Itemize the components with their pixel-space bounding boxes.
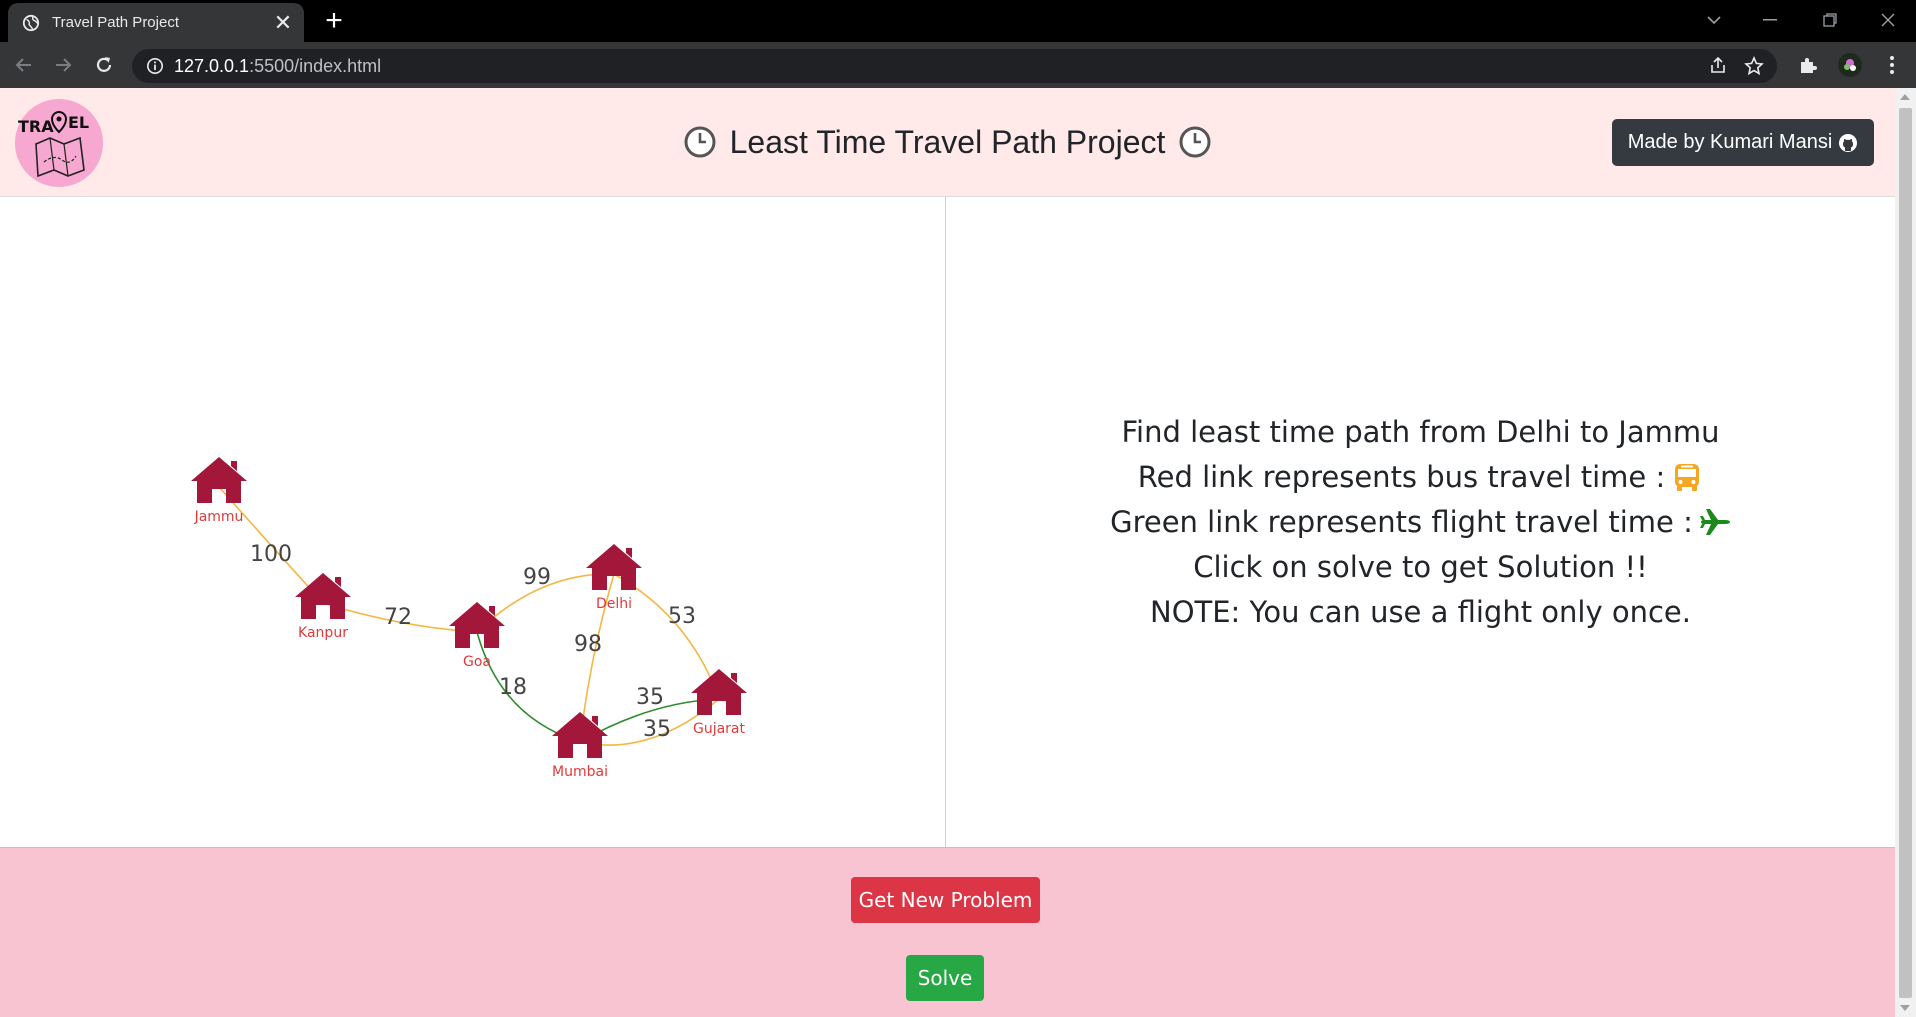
city-label: Goa bbox=[463, 654, 491, 670]
bookmark-star-icon[interactable] bbox=[1738, 49, 1770, 83]
edge-weight-label: 53 bbox=[668, 604, 696, 629]
clock-icon bbox=[684, 126, 716, 158]
edge-weight-label: 98 bbox=[574, 632, 602, 657]
site-header: TRA EL Least Time Travel Path Project Ma… bbox=[0, 88, 1895, 197]
page-viewport: TRA EL Least Time Travel Path Project Ma… bbox=[0, 88, 1895, 1017]
city-node-goa[interactable]: Goa bbox=[449, 602, 505, 670]
bus-link bbox=[613, 573, 720, 700]
house-icon bbox=[586, 544, 642, 590]
extensions-puzzle-icon[interactable] bbox=[1792, 49, 1824, 81]
house-icon bbox=[191, 457, 247, 503]
url-text: 127.0.0.1:5500/index.html bbox=[174, 56, 381, 77]
share-icon[interactable] bbox=[1702, 49, 1734, 83]
city-node-mumbai[interactable]: Mumbai bbox=[552, 712, 608, 780]
window-close-icon[interactable] bbox=[1860, 0, 1916, 40]
instruction-line-3: Green link represents flight travel time… bbox=[1110, 500, 1731, 545]
scrollbar-thumb[interactable] bbox=[1899, 108, 1912, 998]
close-tab-icon[interactable]: ✕ bbox=[270, 10, 296, 36]
get-new-problem-button[interactable]: Get New Problem bbox=[851, 877, 1040, 923]
instruction-text: Click on solve to get Solution !! bbox=[1193, 549, 1648, 584]
instruction-line-2: Red link represents bus travel time : bbox=[1138, 455, 1703, 500]
github-icon bbox=[1839, 133, 1858, 152]
browser-tab-strip: Travel Path Project ✕ + bbox=[0, 0, 1916, 42]
city-node-delhi[interactable]: Delhi bbox=[586, 544, 642, 612]
edge-weight-label: 35 bbox=[636, 685, 664, 710]
made-by-label: Made by Kumari Mansi bbox=[1627, 131, 1833, 153]
tab-title: Travel Path Project bbox=[52, 14, 179, 31]
instruction-text: Red link represents bus travel time : bbox=[1137, 459, 1666, 494]
city-label: Kanpur bbox=[298, 625, 348, 641]
instruction-text: Green link represents flight travel time… bbox=[1110, 504, 1693, 539]
solve-button[interactable]: Solve bbox=[906, 955, 984, 1001]
forward-arrow-icon[interactable] bbox=[47, 49, 79, 81]
edge-weight-label: 99 bbox=[523, 565, 551, 590]
browser-menu-icon[interactable] bbox=[1876, 49, 1908, 81]
instruction-line-1: Find least time path from Delhi to Jammu bbox=[1121, 410, 1719, 455]
city-label: Jammu bbox=[194, 509, 244, 525]
reload-icon[interactable] bbox=[88, 49, 120, 81]
instruction-text: NOTE: You can use a flight only once. bbox=[1150, 594, 1691, 629]
city-node-jammu[interactable]: Jammu bbox=[191, 457, 247, 525]
page-title-text: Least Time Travel Path Project bbox=[729, 123, 1166, 160]
graph-canvas[interactable]: 100 72 99 53 98 18 35 35 Jammu Kanpur Goa Delhi Mumb… bbox=[0, 197, 945, 847]
globe-icon bbox=[22, 14, 40, 31]
plane-icon bbox=[1699, 509, 1730, 535]
house-icon bbox=[449, 602, 505, 648]
house-icon bbox=[295, 573, 351, 619]
instruction-line-4: Click on solve to get Solution !! bbox=[1193, 545, 1648, 590]
city-node-kanpur[interactable]: Kanpur bbox=[295, 573, 351, 641]
edge-weight-label: 72 bbox=[384, 605, 412, 630]
city-node-gujarat[interactable]: Gujarat bbox=[691, 669, 747, 737]
scroll-down-arrow-icon[interactable] bbox=[1900, 1005, 1910, 1011]
city-label: Gujarat bbox=[693, 721, 746, 737]
minimize-icon[interactable] bbox=[1742, 0, 1798, 40]
city-label: Delhi bbox=[596, 596, 632, 612]
url-path: :5500/index.html bbox=[249, 55, 382, 76]
site-info-icon[interactable] bbox=[146, 57, 164, 75]
back-arrow-icon[interactable] bbox=[8, 49, 40, 81]
edge-weight-label: 18 bbox=[499, 675, 527, 700]
action-footer: Get New Problem Solve bbox=[0, 847, 1895, 1017]
travel-graph: 100 72 99 53 98 18 35 35 Jammu Kanpur Goa Delhi Mumb… bbox=[191, 457, 747, 780]
restore-icon[interactable] bbox=[1802, 0, 1858, 40]
scroll-up-arrow-icon[interactable] bbox=[1900, 94, 1910, 100]
page-title: Least Time Travel Path Project bbox=[0, 88, 1895, 196]
tab-search-chevron-icon[interactable] bbox=[1686, 0, 1742, 40]
instructions-panel: Find least time path from Delhi to Jammu… bbox=[946, 197, 1895, 847]
page-scrollbar[interactable] bbox=[1895, 88, 1916, 1017]
new-tab-button[interactable]: + bbox=[318, 6, 350, 38]
url-host: 127.0.0.1 bbox=[174, 55, 250, 76]
profile-avatar[interactable] bbox=[1834, 49, 1866, 81]
city-label: Mumbai bbox=[552, 764, 608, 780]
house-icon bbox=[552, 712, 608, 758]
clock-icon bbox=[1179, 126, 1211, 158]
instruction-text: Find least time path from Delhi to Jammu bbox=[1121, 414, 1720, 449]
made-by-button[interactable]: Made by Kumari Mansi bbox=[1612, 119, 1874, 166]
instruction-line-5: NOTE: You can use a flight only once. bbox=[1150, 590, 1691, 635]
edge-weight-label: 35 bbox=[643, 717, 671, 742]
edge-weight-label: 100 bbox=[250, 542, 292, 567]
house-icon bbox=[691, 669, 747, 715]
bus-icon bbox=[1675, 464, 1700, 491]
browser-tab[interactable]: Travel Path Project ✕ bbox=[8, 3, 304, 42]
browser-toolbar: 127.0.0.1:5500/index.html bbox=[0, 42, 1916, 88]
address-bar[interactable]: 127.0.0.1:5500/index.html bbox=[132, 49, 1777, 83]
